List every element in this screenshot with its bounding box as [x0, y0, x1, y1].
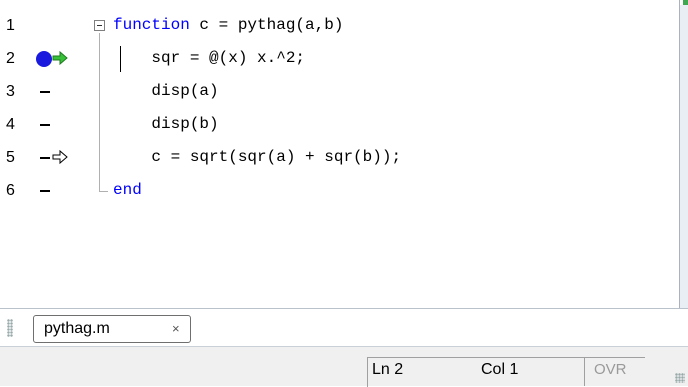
status-separator	[584, 358, 585, 386]
line-indicator: Ln 2	[372, 361, 404, 378]
tab-bar-grip[interactable]	[7, 319, 13, 337]
close-icon[interactable]: ×	[172, 321, 180, 336]
code-line-4[interactable]: 4 disp(b)	[0, 108, 680, 141]
editor-right-margin	[680, 5, 688, 308]
code-text: disp(b)	[113, 115, 219, 133]
status-bar: Ln 2 Col 1 OVR	[0, 346, 688, 387]
document-tab-bar: pythag.m ×	[0, 308, 688, 346]
breakpoint-slot-dash[interactable]	[40, 91, 50, 93]
tab-pythag-m[interactable]: pythag.m ×	[33, 315, 191, 343]
line-number: 1	[6, 17, 15, 34]
keyword-end: end	[113, 181, 142, 199]
line-number: 4	[6, 116, 15, 133]
tab-label: pythag.m	[44, 320, 110, 337]
caller-line-arrow-icon	[52, 149, 68, 165]
line-number: 2	[6, 50, 15, 67]
code-text-rest: c = pythag(a,b)	[189, 16, 344, 34]
code-line-3[interactable]: 3 disp(a)	[0, 75, 680, 108]
fold-end-marker	[99, 174, 108, 192]
code-line-1[interactable]: 1 function c = pythag(a,b)	[0, 9, 680, 42]
code-text: c = sqrt(sqr(a) + sqr(b));	[113, 148, 402, 166]
breakpoint-slot-dash[interactable]	[40, 157, 50, 159]
code-text: disp(a)	[113, 82, 219, 100]
keyword-function: function	[113, 16, 190, 34]
breakpoint-slot-dash[interactable]	[40, 190, 50, 192]
line-number: 5	[6, 149, 15, 166]
line-number: 6	[6, 182, 15, 199]
fold-collapse-icon[interactable]	[94, 20, 105, 31]
line-number: 3	[6, 83, 15, 100]
code-line-2[interactable]: 2 sqr = @(x) x.^2;	[0, 42, 680, 75]
code-text: function c = pythag(a,b)	[113, 9, 343, 42]
overwrite-mode-indicator: OVR	[594, 361, 627, 378]
breakpoint-slot-dash[interactable]	[40, 124, 50, 126]
code-line-5[interactable]: 5 c = sqrt(sqr(a) + sqr(b));	[0, 141, 680, 174]
current-line-arrow-icon	[52, 50, 68, 66]
column-indicator: Col 1	[481, 361, 519, 378]
resize-grip[interactable]	[675, 373, 685, 383]
code-editor[interactable]: 1 function c = pythag(a,b) 2 sqr = @(x) …	[0, 0, 680, 308]
code-text: sqr = @(x) x.^2;	[113, 49, 306, 67]
breakpoint-icon[interactable]	[36, 51, 52, 67]
code-line-6[interactable]: 6 end	[0, 174, 680, 207]
